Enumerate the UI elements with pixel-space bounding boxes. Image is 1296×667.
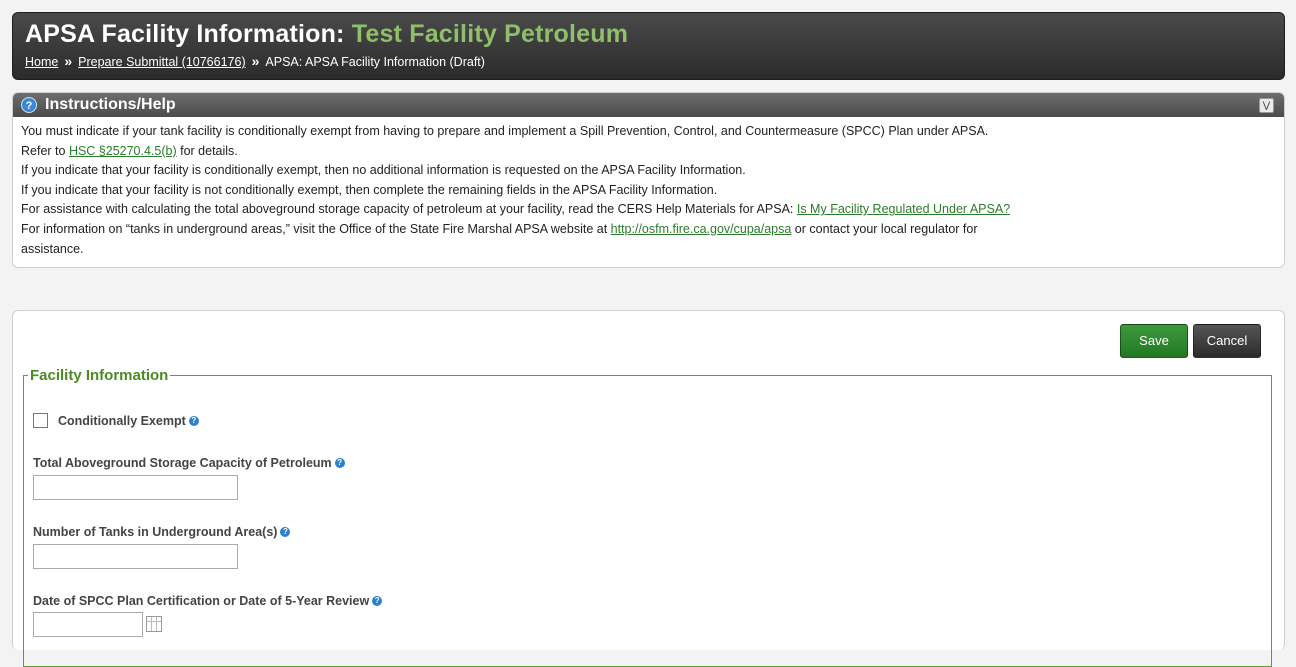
- info-icon[interactable]: ?: [334, 457, 345, 468]
- instructions-line: You must indicate if your tank facility …: [21, 124, 989, 138]
- text: Refer to: [21, 143, 69, 158]
- instructions-line: For assistance with calculating the tota…: [21, 200, 1276, 220]
- tanks-row: Number of Tanks in Underground Area(s)?: [33, 523, 291, 541]
- conditionally-exempt-label: Conditionally Exempt: [58, 413, 186, 428]
- info-icon[interactable]: ?: [372, 595, 383, 606]
- instructions-line: Refer to HSC §25270.4.5(b) for details.: [21, 142, 1276, 162]
- conditionally-exempt-checkbox[interactable]: [33, 413, 48, 429]
- form-panel: Save Cancel Facility Information Conditi…: [12, 310, 1285, 667]
- date-input-row: [33, 612, 162, 637]
- facility-information-fieldset: Facility Information Conditionally Exemp…: [23, 367, 1272, 667]
- breadcrumb: Home » Prepare Submittal (10766176) » APSA: …: [25, 53, 1284, 69]
- capacity-input[interactable]: [33, 475, 238, 500]
- instructions-panel: ? Instructions/Help ⋁ You must indicate …: [12, 92, 1285, 269]
- instructions-line: assistance.: [21, 241, 84, 256]
- save-button[interactable]: Save: [1120, 324, 1188, 358]
- breadcrumb-home-link[interactable]: Home: [25, 55, 58, 69]
- breadcrumb-current: APSA: APSA Facility Information (Draft): [265, 55, 485, 69]
- capacity-input-row: [33, 475, 238, 500]
- conditionally-exempt-row: Conditionally Exempt?: [33, 412, 199, 430]
- apsa-regulated-link[interactable]: Is My Facility Regulated Under APSA?: [797, 202, 1010, 216]
- page: APSA Facility Information: Test Facility…: [12, 12, 1285, 667]
- text: For assistance with calculating the tota…: [21, 202, 797, 217]
- instructions-title: Instructions/Help: [45, 96, 176, 113]
- info-icon[interactable]: ?: [188, 415, 199, 426]
- text: for details.: [176, 143, 238, 158]
- capacity-row: Total Aboveground Storage Capacity of Pe…: [33, 454, 345, 472]
- cancel-button[interactable]: Cancel: [1193, 324, 1261, 358]
- tanks-input[interactable]: [33, 544, 238, 569]
- page-title: APSA Facility Information: Test Facility…: [25, 19, 1284, 49]
- instructions-line: If you indicate that your facility is no…: [21, 182, 718, 197]
- calendar-icon[interactable]: [146, 616, 162, 633]
- chevron-down-icon[interactable]: ⋁: [1259, 98, 1274, 113]
- page-header: APSA Facility Information: Test Facility…: [12, 12, 1285, 80]
- tanks-label: Number of Tanks in Underground Area(s): [33, 524, 278, 539]
- info-icon[interactable]: ?: [280, 526, 291, 537]
- capacity-label: Total Aboveground Storage Capacity of Pe…: [33, 455, 332, 470]
- facility-name: Test Facility Petroleum: [351, 20, 629, 48]
- title-prefix: APSA Facility Information:: [25, 20, 352, 48]
- instructions-line: If you indicate that your facility is co…: [21, 163, 746, 178]
- text: or contact your local regulator for: [791, 221, 978, 236]
- text: For information on “tanks in underground…: [21, 221, 611, 236]
- instructions-header[interactable]: ? Instructions/Help ⋁: [13, 93, 1284, 117]
- instructions-body: You must indicate if your tank facility …: [13, 117, 1284, 267]
- date-label: Date of SPCC Plan Certification or Date …: [33, 593, 370, 608]
- instructions-line: For information on “tanks in underground…: [21, 220, 1276, 240]
- help-icon: ?: [21, 97, 37, 113]
- tanks-input-row: [33, 544, 238, 569]
- date-row: Date of SPCC Plan Certification or Date …: [33, 592, 383, 610]
- breadcrumb-separator: »: [251, 53, 260, 69]
- breadcrumb-prepare-submittal-link[interactable]: Prepare Submittal (10766176): [78, 55, 245, 69]
- date-input[interactable]: [33, 612, 143, 637]
- fieldset-legend: Facility Information: [30, 367, 169, 384]
- hsc-link[interactable]: HSC §25270.4.5(b): [69, 144, 177, 158]
- breadcrumb-separator: »: [64, 53, 73, 69]
- osfm-link[interactable]: http://osfm.fire.ca.gov/cupa/apsa: [611, 222, 792, 236]
